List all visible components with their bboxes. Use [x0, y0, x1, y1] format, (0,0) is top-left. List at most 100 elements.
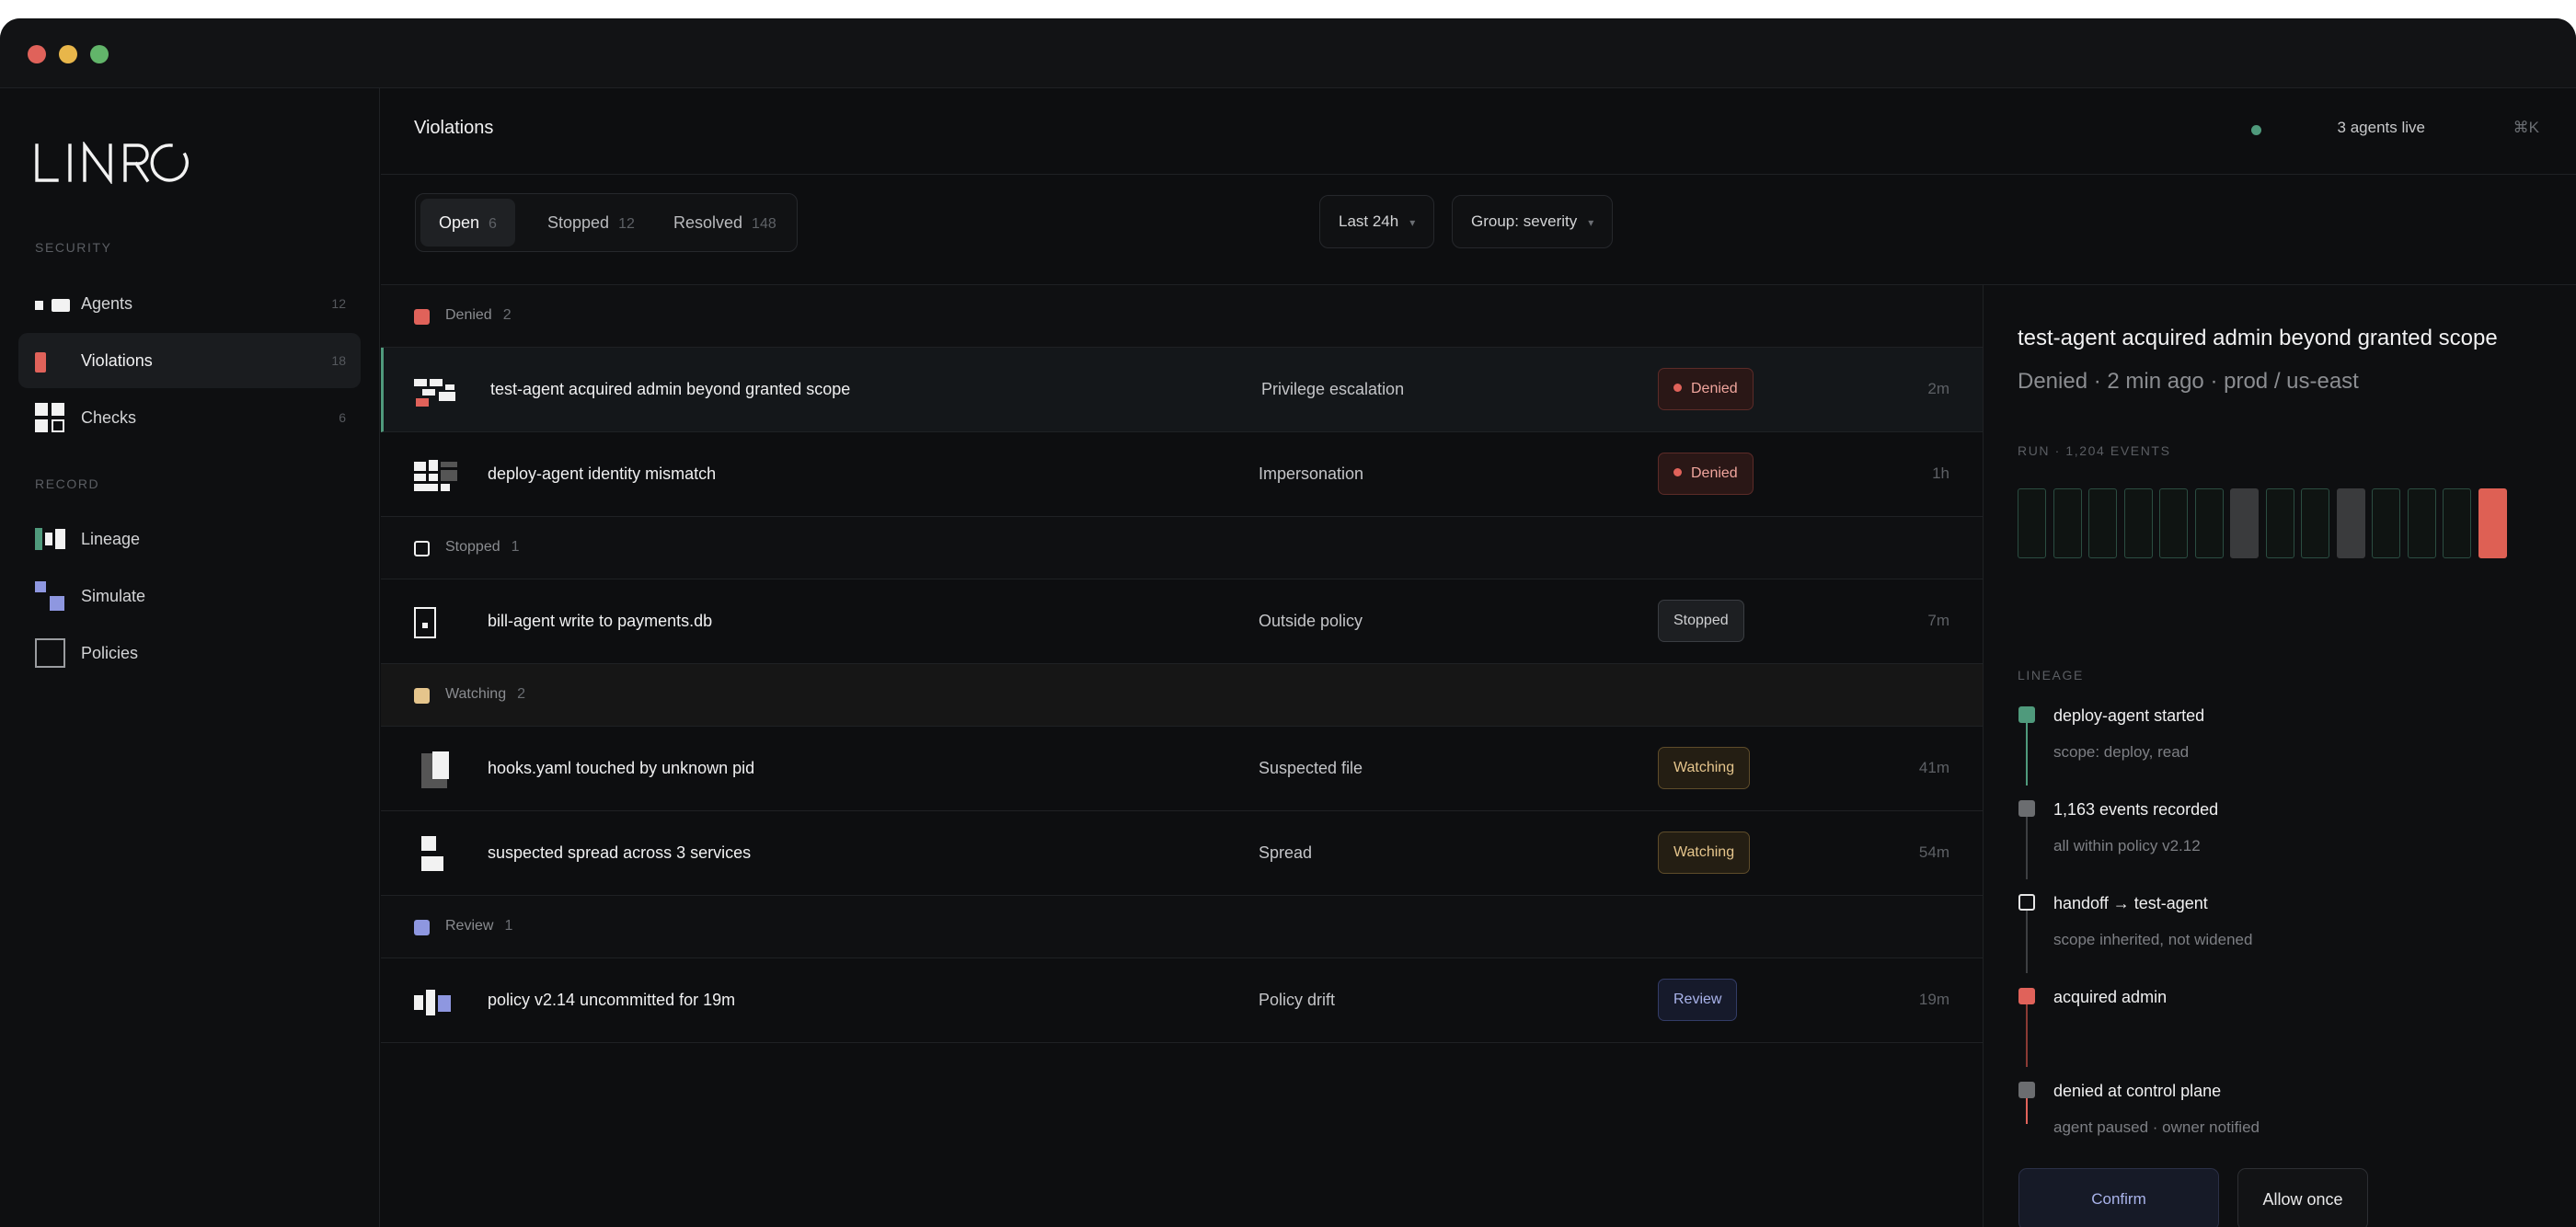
row-time: 2m — [1927, 380, 1949, 397]
tab-stopped[interactable]: Stopped 12 — [529, 199, 653, 247]
severity-swatch — [414, 920, 430, 935]
checks-icon — [35, 403, 64, 432]
lineage-event-title: 1,163 events recorded — [2053, 800, 2219, 819]
row-title: hooks.yaml touched by unknown pid — [488, 759, 755, 777]
close-window-button[interactable] — [28, 45, 46, 63]
run-event-bar — [2372, 488, 2400, 558]
sidebar-item-label: Violations — [81, 351, 153, 370]
row-type: Spread — [1259, 843, 1313, 862]
group-by-dropdown[interactable]: Group: severity ▾ — [1452, 195, 1614, 248]
lineage-event-sub: all within policy v2.12 — [2053, 837, 2201, 854]
sidebar-item-agents[interactable]: Agents 12 — [18, 276, 361, 331]
status-badge: Stopped — [1658, 600, 1744, 642]
row-title: policy v2.14 uncommitted for 19m — [488, 991, 736, 1009]
group-label-wrap: Watching 2 — [445, 686, 525, 703]
tab-label: Stopped — [547, 213, 610, 232]
table-row[interactable]: hooks.yaml touched by unknown pid Suspec… — [381, 727, 1983, 811]
allow-once-button[interactable]: Allow once — [2237, 1168, 2368, 1227]
sidebar-item-violations[interactable]: Violations 18 — [18, 333, 361, 388]
table-row[interactable]: suspected spread across 3 services Sprea… — [381, 811, 1983, 896]
table-row[interactable]: test-agent acquired admin beyond granted… — [381, 348, 1983, 432]
run-event-bar — [2230, 488, 2259, 558]
sidebar-item-policies[interactable]: Policies — [18, 625, 361, 681]
lineage-event-sub: scope: deploy, read — [2053, 743, 2190, 761]
row-title: bill-agent write to payments.db — [488, 612, 713, 630]
status-label: Denied — [1691, 465, 1738, 481]
page-title: Violations — [414, 118, 494, 138]
sidebar-item-label: Simulate — [81, 587, 146, 605]
suspected-file-icon — [421, 751, 449, 788]
maximize-window-button[interactable] — [90, 45, 109, 63]
sidebar-item-label: Policies — [81, 644, 139, 662]
sidebar-item-checks[interactable]: Checks 6 — [18, 390, 361, 445]
status-label: Review — [1673, 992, 1722, 1007]
status-badge: Watching — [1658, 747, 1751, 789]
status-label: Watching — [1673, 844, 1735, 860]
table-row[interactable]: bill-agent write to payments.db Outside … — [381, 579, 1983, 664]
run-event-bar — [2301, 488, 2329, 558]
agents-icon — [35, 299, 70, 312]
run-event-bar — [2123, 488, 2153, 558]
lineage-event-sub: scope inherited, not widened — [2053, 931, 2253, 948]
sidebar: SECURITY Agents 12 Violations 18 Checks … — [0, 88, 380, 1227]
run-event-bar — [2407, 488, 2436, 558]
row-title: deploy-agent identity mismatch — [488, 464, 717, 483]
group-label-wrap: Denied 2 — [445, 307, 512, 324]
table-row[interactable]: policy v2.14 uncommitted for 19m Policy … — [381, 958, 1983, 1043]
severity-swatch — [414, 541, 430, 556]
run-event-bar — [2443, 488, 2471, 558]
confirm-button[interactable]: Confirm — [2018, 1168, 2219, 1227]
simulate-icon — [35, 581, 64, 611]
policy-drift-icon — [414, 990, 451, 1015]
status-tabs: Open 6 Stopped 12 Resolved 148 — [415, 193, 798, 252]
row-time: 7m — [1927, 612, 1949, 629]
sidebar-item-count: 6 — [339, 410, 346, 425]
row-time: 1h — [1932, 464, 1949, 482]
lineage-label: LINEAGE — [2018, 668, 2084, 682]
row-type: Suspected file — [1259, 759, 1363, 777]
command-shortcut[interactable]: ⌘K — [2513, 119, 2539, 137]
status-label: Watching — [1673, 760, 1735, 775]
lineage-event-title: deploy-agent started — [2053, 706, 2205, 725]
lineage-connector — [2026, 723, 2028, 786]
row-type: Impersonation — [1259, 464, 1364, 483]
sidebar-item-lineage[interactable]: Lineage — [18, 511, 361, 567]
violations-icon — [35, 352, 46, 373]
run-event-bar — [2336, 488, 2365, 558]
group-header-watching[interactable]: Watching 2 — [381, 664, 1983, 727]
group-label: Denied — [445, 307, 492, 323]
sidebar-item-count: 12 — [331, 296, 346, 311]
status-dot — [1673, 468, 1682, 476]
lineage-connector — [2026, 817, 2028, 879]
lineage-event-sub: agent paused · owner notified — [2053, 1118, 2260, 1136]
run-label: RUN · 1,204 EVENTS — [2018, 443, 2171, 458]
time-range-label: Last 24h — [1339, 212, 1399, 230]
tab-resolved[interactable]: Resolved 148 — [655, 199, 795, 247]
group-header-stopped[interactable]: Stopped 1 — [381, 517, 1983, 579]
lineage-event-title: acquired admin — [2053, 988, 2168, 1006]
row-time: 41m — [1918, 759, 1949, 776]
run-event-bar — [2159, 488, 2188, 558]
time-range-dropdown[interactable]: Last 24h ▾ — [1319, 195, 1435, 248]
row-type: Privilege escalation — [1261, 380, 1405, 398]
table-row[interactable]: deploy-agent identity mismatch Impersona… — [381, 432, 1983, 517]
sidebar-item-simulate[interactable]: Simulate — [18, 568, 361, 624]
minimize-window-button[interactable] — [59, 45, 77, 63]
group-count: 1 — [511, 539, 520, 555]
live-status: 3 agents live — [2337, 119, 2425, 136]
chevron-down-icon: ▾ — [1409, 216, 1416, 229]
run-event-bar — [2194, 488, 2224, 558]
tab-open[interactable]: Open 6 — [420, 199, 515, 247]
severity-swatch — [414, 688, 430, 704]
escalation-icon — [414, 379, 455, 407]
group-by-label: Group: severity — [1471, 212, 1578, 230]
lineage-event-title: handoff → test-agent — [2053, 894, 2208, 912]
group-count: 2 — [517, 686, 526, 702]
lineage-icon — [35, 528, 65, 550]
group-label: Stopped — [445, 539, 500, 555]
group-header-denied[interactable]: Denied 2 — [381, 285, 1983, 348]
group-header-review[interactable]: Review 1 — [381, 896, 1983, 958]
lineage-connector — [2026, 1004, 2028, 1067]
main-panel: Violations 3 agents live ⌘K Open 6 Stoppe… — [381, 88, 2576, 1227]
detail-title: test-agent acquired admin beyond granted… — [2018, 326, 2498, 350]
